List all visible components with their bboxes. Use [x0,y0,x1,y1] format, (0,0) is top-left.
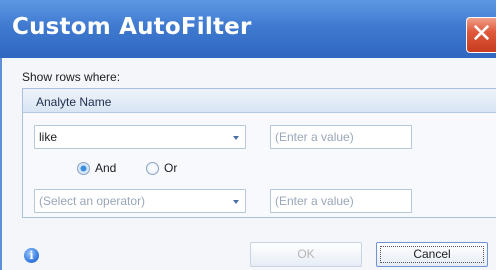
close-button[interactable]: ✕ [466,17,496,53]
and-radio[interactable] [77,162,90,175]
dialog-title: Custom AutoFilter [12,14,252,40]
value-2-input[interactable]: (Enter a value) [270,189,412,213]
operator-2-dropdown[interactable]: (Select an operator) [34,189,246,213]
operator-1-dropdown[interactable]: like [34,125,246,149]
value-1-placeholder: (Enter a value) [275,130,354,144]
cancel-button[interactable]: Cancel [376,242,488,267]
info-icon[interactable]: i [24,248,39,263]
ok-button[interactable]: OK [250,242,362,267]
operator-2-placeholder: (Select an operator) [39,194,146,208]
field-name-label: Analyte Name [36,95,112,109]
instruction-label: Show rows where: [22,70,121,84]
value-2-placeholder: (Enter a value) [275,194,354,208]
info-glyph: i [29,249,34,262]
and-radio-label: And [95,161,117,175]
close-icon: ✕ [470,19,493,49]
chevron-down-icon [233,136,239,140]
or-radio[interactable] [146,162,159,175]
chevron-down-icon [233,200,239,204]
value-1-input[interactable]: (Enter a value) [270,125,412,149]
operator-1-value: like [39,130,58,144]
ok-button-label: OK [297,247,315,261]
focus-rectangle [380,246,484,263]
or-radio-label: Or [164,161,178,175]
